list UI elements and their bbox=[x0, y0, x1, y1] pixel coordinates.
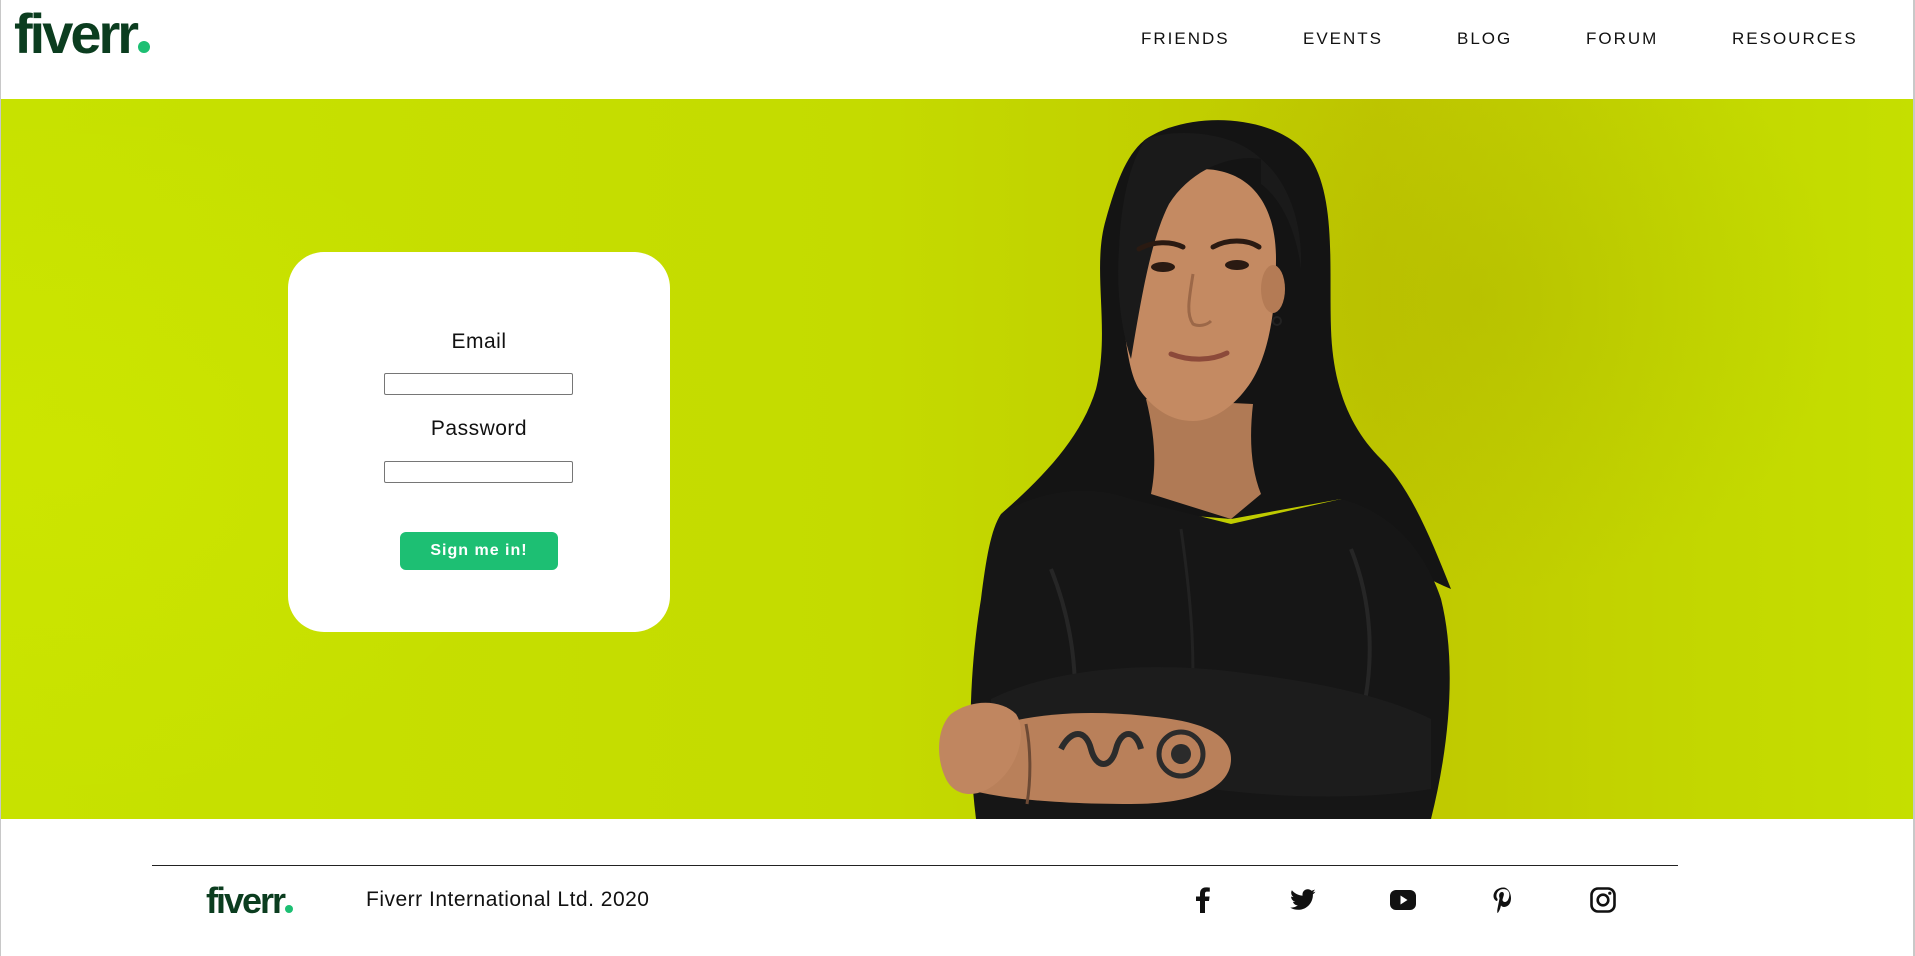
nav-item-friends[interactable]: FRIENDS bbox=[1141, 27, 1230, 51]
footer-logo-wordmark: fiverr bbox=[206, 880, 286, 921]
sign-in-button[interactable]: Sign me in! bbox=[400, 532, 558, 570]
nav-item-forum[interactable]: FORUM bbox=[1586, 27, 1658, 51]
main-nav: FRIENDS EVENTS BLOG FORUM RESOURCES bbox=[1, 27, 1913, 51]
facebook-icon[interactable] bbox=[1188, 885, 1218, 915]
site-header: fiverr FRIENDS EVENTS BLOG FORUM RESOURC… bbox=[1, 0, 1913, 99]
youtube-icon[interactable] bbox=[1388, 885, 1418, 915]
email-label: Email bbox=[451, 330, 507, 353]
password-field[interactable] bbox=[384, 461, 573, 483]
hero-banner: Email Password Sign me in! bbox=[1, 99, 1913, 819]
footer-divider bbox=[152, 865, 1678, 866]
copyright-text: Fiverr International Ltd. 2020 bbox=[366, 888, 650, 911]
twitter-icon[interactable] bbox=[1288, 885, 1318, 915]
nav-item-events[interactable]: EVENTS bbox=[1303, 27, 1383, 51]
site-footer: fiverr Fiverr International Ltd. 2020 bbox=[1, 819, 1913, 956]
page: fiverr FRIENDS EVENTS BLOG FORUM RESOURC… bbox=[0, 0, 1915, 956]
email-field[interactable] bbox=[384, 373, 573, 395]
nav-item-resources[interactable]: RESOURCES bbox=[1732, 27, 1858, 51]
footer-logo-dot bbox=[285, 905, 294, 913]
nav-item-blog[interactable]: BLOG bbox=[1457, 27, 1512, 51]
hero-portrait-image bbox=[939, 120, 1451, 819]
instagram-icon[interactable] bbox=[1588, 885, 1618, 915]
footer-fiverr-logo[interactable]: fiverr bbox=[206, 879, 294, 923]
login-form: Email Password Sign me in! bbox=[288, 252, 670, 632]
pinterest-icon[interactable] bbox=[1488, 885, 1518, 915]
password-label: Password bbox=[430, 417, 528, 440]
